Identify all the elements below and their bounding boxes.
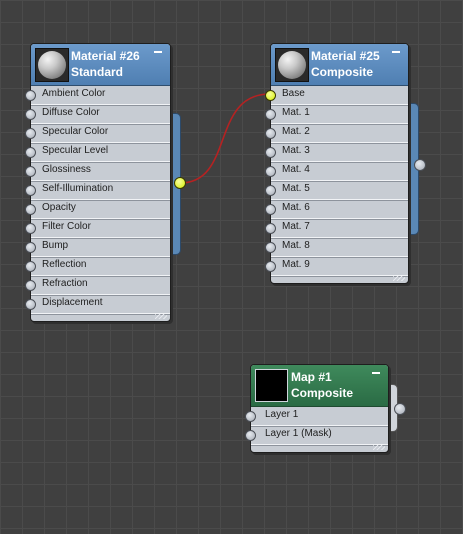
material-sphere-icon (275, 48, 309, 82)
output-socket[interactable] (414, 159, 426, 171)
input-socket[interactable] (25, 280, 36, 291)
slot-layer-1-mask[interactable]: Layer 1 (Mask) (245, 426, 388, 445)
input-socket[interactable] (25, 185, 36, 196)
slot-mat-8[interactable]: Mat. 8 (265, 238, 408, 257)
input-socket[interactable] (25, 204, 36, 215)
resize-grip[interactable] (393, 276, 405, 281)
input-socket[interactable] (265, 147, 276, 158)
input-socket[interactable] (25, 90, 36, 101)
slot-mat-4[interactable]: Mat. 4 (265, 162, 408, 181)
slot-filter-color[interactable]: Filter Color (25, 219, 170, 238)
node-body: Material #26 Standard Ambient Color Diff… (25, 43, 171, 322)
input-socket[interactable] (245, 411, 256, 422)
output-socket[interactable] (174, 177, 186, 189)
input-socket[interactable] (265, 261, 276, 272)
node-type: Composite (311, 65, 374, 79)
slot-mat-1[interactable]: Mat. 1 (265, 105, 408, 124)
input-socket[interactable] (245, 430, 256, 441)
input-socket[interactable] (25, 299, 36, 310)
input-socket[interactable] (25, 109, 36, 120)
map-black-swatch-icon (255, 369, 288, 402)
wire-material26-to-base (179, 93, 271, 184)
slot-mat-2[interactable]: Mat. 2 (265, 124, 408, 143)
slot-mat-5[interactable]: Mat. 5 (265, 181, 408, 200)
input-socket[interactable] (265, 242, 276, 253)
slot-diffuse-color[interactable]: Diffuse Color (25, 105, 170, 124)
slot-displacement[interactable]: Displacement (25, 295, 170, 314)
node-header[interactable]: Map #1 Composite (251, 365, 388, 407)
minimize-button[interactable] (154, 51, 162, 53)
input-socket[interactable] (265, 109, 276, 120)
slot-glossiness[interactable]: Glossiness (25, 162, 170, 181)
node-title: Map #1 (291, 370, 332, 384)
slot-mat-3[interactable]: Mat. 3 (265, 143, 408, 162)
node-material-26[interactable]: Material #26 Standard Ambient Color Diff… (25, 43, 186, 322)
input-socket[interactable] (265, 204, 276, 215)
node-title: Material #25 (311, 49, 380, 63)
node-title: Material #26 (71, 49, 140, 63)
slot-mat-6[interactable]: Mat. 6 (265, 200, 408, 219)
slot-self-illumination[interactable]: Self-Illumination (25, 181, 170, 200)
node-type: Composite (291, 386, 354, 400)
input-socket[interactable] (25, 242, 36, 253)
input-socket[interactable] (25, 223, 36, 234)
input-socket[interactable] (265, 185, 276, 196)
input-socket[interactable] (25, 128, 36, 139)
material-sphere-icon (35, 48, 69, 82)
slot-opacity[interactable]: Opacity (25, 200, 170, 219)
resize-grip[interactable] (155, 314, 167, 319)
input-socket[interactable] (265, 223, 276, 234)
input-socket[interactable] (25, 166, 36, 177)
output-socket[interactable] (394, 403, 406, 415)
input-socket[interactable] (265, 166, 276, 177)
slot-mat-7[interactable]: Mat. 7 (265, 219, 408, 238)
slot-layer-1[interactable]: Layer 1 (245, 407, 388, 426)
slot-specular-color[interactable]: Specular Color (25, 124, 170, 143)
input-socket[interactable] (25, 147, 36, 158)
node-map-1[interactable]: Map #1 Composite Layer 1 Layer 1 (Mask) (245, 364, 406, 453)
resize-grip[interactable] (373, 445, 385, 450)
node-body: Material #25 Composite Base Mat. 1 Mat. … (265, 43, 409, 284)
slot-refraction[interactable]: Refraction (25, 276, 170, 295)
minimize-button[interactable] (392, 51, 400, 53)
node-body: Map #1 Composite Layer 1 Layer 1 (Mask) (245, 364, 389, 453)
slot-base[interactable]: Base (265, 86, 408, 105)
input-socket[interactable] (25, 261, 36, 272)
slot-reflection[interactable]: Reflection (25, 257, 170, 276)
slot-specular-level[interactable]: Specular Level (25, 143, 170, 162)
node-header[interactable]: Material #26 Standard (31, 44, 170, 86)
node-material-25[interactable]: Material #25 Composite Base Mat. 1 Mat. … (265, 43, 426, 284)
node-header[interactable]: Material #25 Composite (271, 44, 408, 86)
node-type: Standard (71, 65, 124, 79)
input-socket[interactable] (265, 128, 276, 139)
minimize-button[interactable] (372, 372, 380, 374)
input-socket-connected[interactable] (265, 90, 276, 101)
slot-mat-9[interactable]: Mat. 9 (265, 257, 408, 276)
slot-ambient-color[interactable]: Ambient Color (25, 86, 170, 105)
slot-bump[interactable]: Bump (25, 238, 170, 257)
